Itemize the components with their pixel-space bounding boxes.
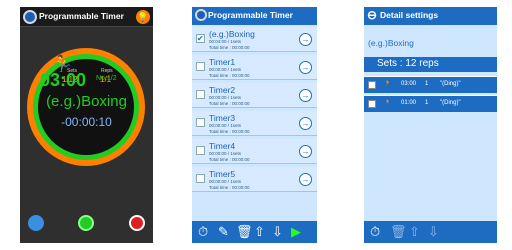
open-arrow-icon[interactable]: →	[299, 145, 312, 158]
move-up-icon[interactable]: ⇧	[409, 224, 420, 240]
sets-header[interactable]: Sets : 12 reps	[364, 57, 497, 72]
edit-icon[interactable]: ✎	[218, 224, 229, 240]
back-icon[interactable]: ⊖	[367, 8, 377, 22]
app-logo-icon	[195, 9, 207, 21]
step-count: 1	[425, 100, 429, 106]
app-title: Programmable Timer	[39, 11, 124, 21]
timer-row[interactable]: Timer5 00:00:00 / 1sets Total time : 00:…	[192, 167, 317, 192]
timer-total: Total time : 00:00:00	[209, 129, 250, 134]
step-count: 1	[425, 81, 429, 87]
runner-icon: 🏃	[384, 100, 392, 106]
timer-duration: 00:00:00 / 1sets	[209, 123, 242, 128]
timer-row[interactable]: Timer1 00:00:00 / 1sets Total time : 00:…	[192, 55, 317, 80]
step-time: 03:00	[401, 81, 417, 87]
timer-duration: 00:00:00 / 1sets	[209, 67, 242, 72]
step-row[interactable]: 🏃 01:00 1 "(Ding)"	[364, 95, 497, 112]
delete-icon[interactable]: 🗑	[390, 224, 407, 240]
remaining-time: -00:00:10	[61, 115, 112, 129]
timer-total: Total time : 00:00:00	[209, 45, 250, 50]
timer-total: Total time : 00:00:00	[209, 185, 250, 190]
open-arrow-icon[interactable]: →	[299, 33, 312, 46]
timer-row[interactable]: Timer4 00:00:00 / 1sets Total time : 00:…	[192, 139, 317, 164]
row-checkbox[interactable]	[368, 81, 376, 89]
step-time: 01:00	[401, 100, 417, 106]
play-icon[interactable]: ▶	[291, 224, 301, 240]
row-checkbox[interactable]	[196, 146, 205, 155]
open-arrow-icon[interactable]: →	[299, 117, 312, 130]
timer-row[interactable]: Timer3 00:00:00 / 1sets Total time : 00:…	[192, 111, 317, 136]
timer-name: Timer4	[209, 141, 236, 151]
move-up-icon[interactable]: ⇧	[254, 224, 265, 240]
timer-row[interactable]: ✔ (e.g.)Boxing 00:04:00 / 1sets Total ti…	[192, 27, 317, 52]
title-bar: ⊖ Detail settings	[364, 7, 497, 25]
detail-settings-screen: ⊖ Detail settings (e.g.)Boxing Sets : 12…	[364, 7, 497, 243]
countdown-time: 03:00	[40, 70, 87, 90]
sets-text: Sets : 12 reps	[377, 58, 439, 69]
open-arrow-icon[interactable]: →	[299, 61, 312, 74]
reps-label: Reps	[101, 68, 113, 74]
row-checkbox[interactable]	[196, 118, 205, 127]
timer-duration: 00:00:00 / 1sets	[209, 95, 242, 100]
timer-name-field[interactable]: (e.g.)Boxing	[368, 38, 414, 48]
row-checkbox[interactable]: ✔	[196, 34, 205, 43]
move-down-icon[interactable]: ⇩	[428, 224, 439, 240]
move-down-icon[interactable]: ⇩	[272, 224, 283, 240]
timer-duration: 00:00:00 / 1sets	[209, 179, 242, 184]
timer-name: Timer3	[209, 113, 236, 123]
timer-list-screen: Programmable Timer ✔ (e.g.)Boxing 00:04:…	[192, 7, 317, 243]
screen-title: Detail settings	[380, 10, 439, 20]
event-name: (e.g.)Boxing	[46, 93, 127, 110]
delete-icon[interactable]: 🗑	[236, 224, 253, 240]
timer-total: Total time : 00:00:00	[209, 157, 250, 162]
lightbulb-icon[interactable]: 💡	[136, 10, 150, 24]
app-logo-icon	[23, 10, 37, 24]
timer-total: Total time : 00:00:00	[209, 101, 250, 106]
row-checkbox[interactable]	[196, 90, 205, 99]
timer-screen: Programmable Timer 💡 Sets 1/12 Reps 1/1 …	[20, 7, 153, 243]
timer-row[interactable]: Timer2 00:00:00 / 1sets Total time : 00:…	[192, 83, 317, 108]
timer-name: Timer2	[209, 85, 236, 95]
row-checkbox[interactable]	[368, 100, 376, 108]
row-checkbox[interactable]	[196, 62, 205, 71]
title-bar: Programmable Timer 💡	[20, 7, 153, 27]
step-sound: "(Ding)"	[440, 81, 461, 87]
timer-duration: 00:00:00 / 1sets	[209, 151, 242, 156]
open-arrow-icon[interactable]: →	[299, 89, 312, 102]
timer-name: Timer1	[209, 57, 236, 67]
add-timer-icon[interactable]: ⏱	[198, 224, 208, 240]
add-step-icon[interactable]: ⏱	[370, 224, 380, 240]
progress-pie-icon[interactable]	[28, 215, 44, 231]
round-number: No.1/2	[96, 75, 117, 82]
timer-name: Timer5	[209, 169, 236, 179]
bottom-toolbar: ⏱ 🗑 ⇧ ⇩	[364, 221, 497, 243]
open-arrow-icon[interactable]: →	[299, 173, 312, 186]
app-title: Programmable Timer	[208, 10, 293, 20]
title-bar: Programmable Timer	[192, 7, 317, 25]
row-checkbox[interactable]	[196, 174, 205, 183]
timer-name: (e.g.)Boxing	[209, 29, 255, 39]
timer-duration: 00:04:00 / 1sets	[209, 39, 242, 44]
step-sound: "(Ding)"	[440, 100, 461, 106]
runner-icon: 🏃	[384, 81, 392, 87]
bottom-toolbar: ⏱ ✎ 🗑 ⇧ ⇩ ▶	[192, 221, 317, 243]
step-row[interactable]: 🏃 03:00 1 "(Ding)"	[364, 76, 497, 93]
play-button[interactable]	[78, 215, 94, 231]
timer-total: Total time : 00:00:00	[209, 73, 250, 78]
stop-button[interactable]	[129, 215, 145, 231]
